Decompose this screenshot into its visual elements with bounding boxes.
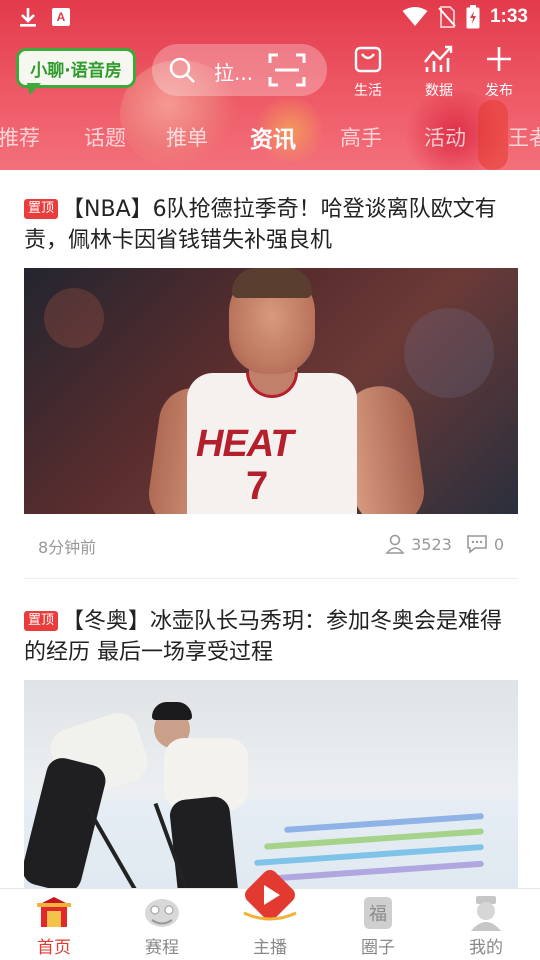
article-title-text: 【NBA】6队抢德拉季奇！哈登谈离队欧文有责，佩林卡因省钱错失补强良机 (24, 197, 497, 253)
view-count-text: 3523 (411, 534, 452, 554)
battery-charging-icon (466, 5, 480, 29)
app-logo-text: 小聊·语音房 (30, 60, 122, 81)
article-title[interactable]: 置顶 【冬奥】冰壶队长马秀玥：参加冬奥会是难得的经历 最后一场享受过程 (24, 606, 518, 668)
jersey-number: 7 (246, 464, 269, 508)
download-icon (20, 8, 36, 27)
svg-text:福: 福 (369, 904, 387, 925)
news-article[interactable]: 置顶 【冬奥】冰壶队长马秀玥：参加冬奥会是难得的经历 最后一场享受过程 (24, 606, 518, 668)
app-logo[interactable]: 小聊·语音房 (16, 48, 136, 95)
data-button[interactable]: 数据 (411, 44, 467, 100)
nav-schedule[interactable]: 赛程 (108, 889, 216, 960)
article-title-text: 【冬奥】冰壶队长马秀玥：参加冬奥会是难得的经历 最后一场享受过程 (24, 609, 503, 665)
nav-schedule-label: 赛程 (145, 938, 179, 958)
category-tabs: 推荐 话题 推单 资讯 高手 活动 王者 (0, 118, 540, 158)
comment-count-text: 0 (493, 534, 504, 554)
view-count: 3523 (385, 534, 452, 554)
publish-label: 发布 (485, 83, 513, 99)
pinned-badge: 置顶 (24, 199, 59, 219)
publish-button[interactable]: 发布 (471, 44, 527, 100)
search-placeholder: 拉... (214, 61, 254, 85)
status-time: 1:33 (489, 6, 528, 27)
search-icon (169, 57, 195, 83)
article-image[interactable]: HEAT 7 (24, 268, 518, 514)
logo-speech-tail (27, 83, 41, 95)
tab-experts[interactable]: 高手 (340, 122, 382, 152)
article-image[interactable] (24, 680, 518, 888)
nav-home-label: 首页 (37, 938, 71, 958)
shopping-bag-icon (354, 46, 382, 73)
plus-icon (487, 47, 511, 71)
no-sim-icon (438, 6, 456, 28)
life-label: 生活 (354, 83, 382, 99)
article-time: 8分钟前 (38, 538, 97, 557)
player-hair (232, 268, 312, 298)
pinned-badge: 置顶 (24, 611, 59, 631)
tab-topics[interactable]: 话题 (84, 122, 126, 152)
background-bokeh (44, 288, 104, 348)
tab-recommend[interactable]: 推荐 (0, 122, 40, 152)
athlete-hair (152, 702, 192, 720)
profile-figure-icon (471, 896, 501, 931)
tab-kings[interactable]: 王者 (508, 122, 540, 152)
tab-events[interactable]: 活动 (424, 122, 466, 152)
scan-icon[interactable] (267, 52, 307, 88)
app-header: A 1:33 小聊·语音房 拉... 生活 数据 发布 推荐 话题 推单 资讯 … (0, 0, 540, 170)
status-bar: A 1:33 (0, 0, 540, 36)
home-lantern-icon (37, 897, 71, 927)
jersey-team-lettering: HEAT (196, 423, 294, 465)
fu-tile-icon: 福 (364, 897, 392, 929)
nav-home[interactable]: 首页 (0, 889, 108, 960)
life-button[interactable]: 生活 (340, 44, 396, 100)
news-feed[interactable]: 置顶 【NBA】6队抢德拉季奇！哈登谈离队欧文有责，佩林卡因省钱错失补强良机 HE… (0, 170, 540, 888)
nav-streamer-label: 主播 (253, 938, 287, 958)
article-meta: 8分钟前 3523 0 (38, 534, 504, 558)
chart-icon (424, 45, 453, 72)
nav-streamer[interactable]: 主播 (216, 870, 324, 960)
tab-news[interactable]: 资讯 (250, 120, 296, 154)
wifi-icon (402, 7, 428, 26)
nav-mine-label: 我的 (469, 938, 503, 958)
app-notification-icon: A (52, 8, 70, 26)
nav-circle-label: 圈子 (361, 938, 395, 958)
divider (24, 578, 518, 579)
nav-circle[interactable]: 福 圈子 (324, 889, 432, 960)
lion-dance-icon (145, 899, 179, 927)
play-live-icon (243, 870, 297, 921)
search-bar[interactable]: 拉... (152, 44, 327, 96)
nav-mine[interactable]: 我的 (432, 889, 540, 960)
comment-icon (467, 535, 487, 554)
bottom-navigation: 首页 赛程 主播 福 圈子 我的 (0, 870, 540, 960)
background-bokeh (404, 308, 494, 398)
article-title[interactable]: 置顶 【NBA】6队抢德拉季奇！哈登谈离队欧文有责，佩林卡因省钱错失补强良机 (24, 194, 518, 256)
news-article[interactable]: 置顶 【NBA】6队抢德拉季奇！哈登谈离队欧文有责，佩林卡因省钱错失补强良机 (24, 194, 518, 256)
data-label: 数据 (425, 83, 453, 99)
comment-count[interactable]: 0 (466, 534, 504, 554)
tab-picks[interactable]: 推单 (166, 122, 208, 152)
user-icon (385, 534, 405, 554)
